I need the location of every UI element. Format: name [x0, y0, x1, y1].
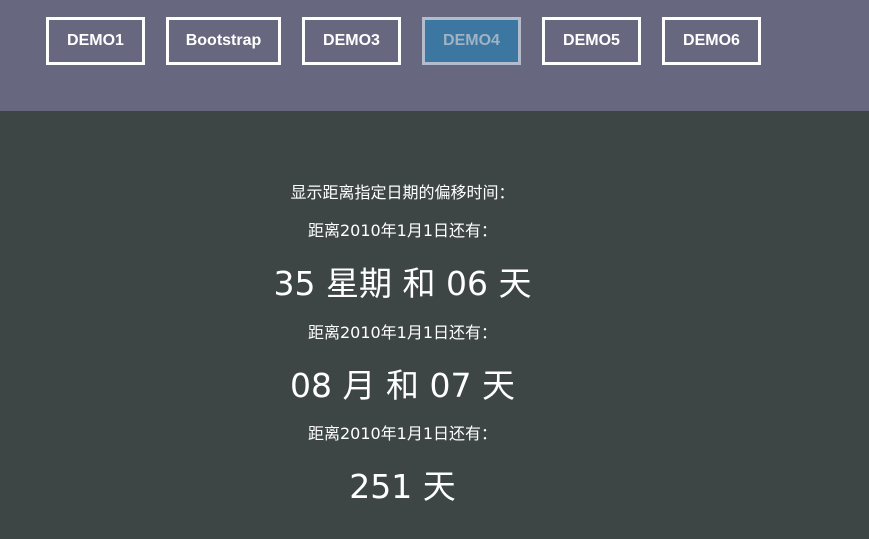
countdown-value-months: 08 月 和 07 天	[290, 366, 515, 405]
intro-text: 显示距离指定日期的偏移时间：	[290, 183, 515, 202]
countdown-value-weeks: 35 星期 和 06 天	[273, 264, 532, 303]
nav-button-demo3[interactable]: DEMO3	[302, 17, 401, 65]
nav-button-demo4[interactable]: DEMO4	[422, 17, 521, 65]
nav-button-demo6[interactable]: DEMO6	[662, 17, 761, 65]
countdown-value-days: 251 天	[349, 467, 456, 506]
top-navigation-bar: DEMO1 Bootstrap DEMO3 DEMO4 DEMO5 DEMO6	[0, 0, 869, 111]
countdown-content: 显示距离指定日期的偏移时间： 距离2010年1月1日还有： 35 星期 和 06…	[0, 111, 869, 539]
countdown-label: 距离2010年1月1日还有：	[307, 424, 498, 443]
nav-button-demo5[interactable]: DEMO5	[542, 17, 641, 65]
nav-button-demo1[interactable]: DEMO1	[46, 17, 145, 65]
countdown-label: 距离2010年1月1日还有：	[307, 221, 498, 240]
nav-button-bootstrap[interactable]: Bootstrap	[166, 17, 281, 65]
demo-nav: DEMO1 Bootstrap DEMO3 DEMO4 DEMO5 DEMO6	[46, 17, 782, 65]
countdown-label: 距离2010年1月1日还有：	[307, 323, 498, 342]
